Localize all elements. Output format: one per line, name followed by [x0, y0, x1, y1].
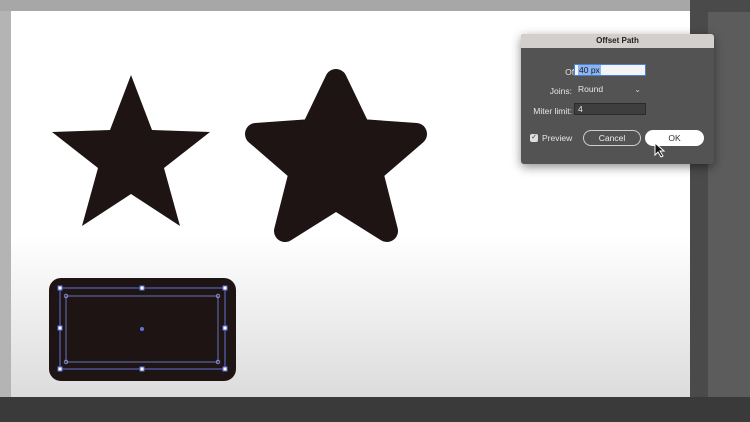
joins-label: Joins:: [549, 86, 572, 96]
chevron-down-icon: ⌄: [634, 85, 641, 94]
offset-value: 40 px: [578, 65, 601, 75]
cancel-button[interactable]: Cancel: [583, 130, 641, 146]
miter-limit-input[interactable]: 4: [574, 103, 646, 115]
selection-handle: [57, 285, 63, 291]
selection-handle: [222, 366, 228, 372]
preview-label: Preview: [542, 133, 573, 143]
offset-path-dialog: Offset Path Offset: 40 px Joins: Round ⌄…: [521, 34, 714, 164]
rounded-star-shape[interactable]: [245, 69, 427, 242]
center-point: [140, 327, 144, 331]
miter-limit-label: Miter limit:: [533, 106, 572, 116]
selection-handle: [57, 325, 63, 331]
miter-limit-value: 4: [578, 104, 583, 114]
offset-input[interactable]: 40 px: [574, 64, 646, 76]
selection-handle: [222, 285, 228, 291]
selection-handle: [222, 325, 228, 331]
dialog-title[interactable]: Offset Path: [521, 34, 714, 48]
selection-handle: [139, 285, 145, 291]
joins-select[interactable]: Round ⌄: [574, 83, 646, 95]
check-icon: ✓: [531, 134, 537, 141]
joins-value: Round: [578, 84, 604, 94]
selection-handle: [139, 366, 145, 372]
selection-handle: [57, 366, 63, 372]
arrow-cursor-icon: [654, 142, 666, 158]
preview-checkbox[interactable]: ✓: [530, 134, 538, 142]
star-shape[interactable]: [52, 75, 210, 226]
